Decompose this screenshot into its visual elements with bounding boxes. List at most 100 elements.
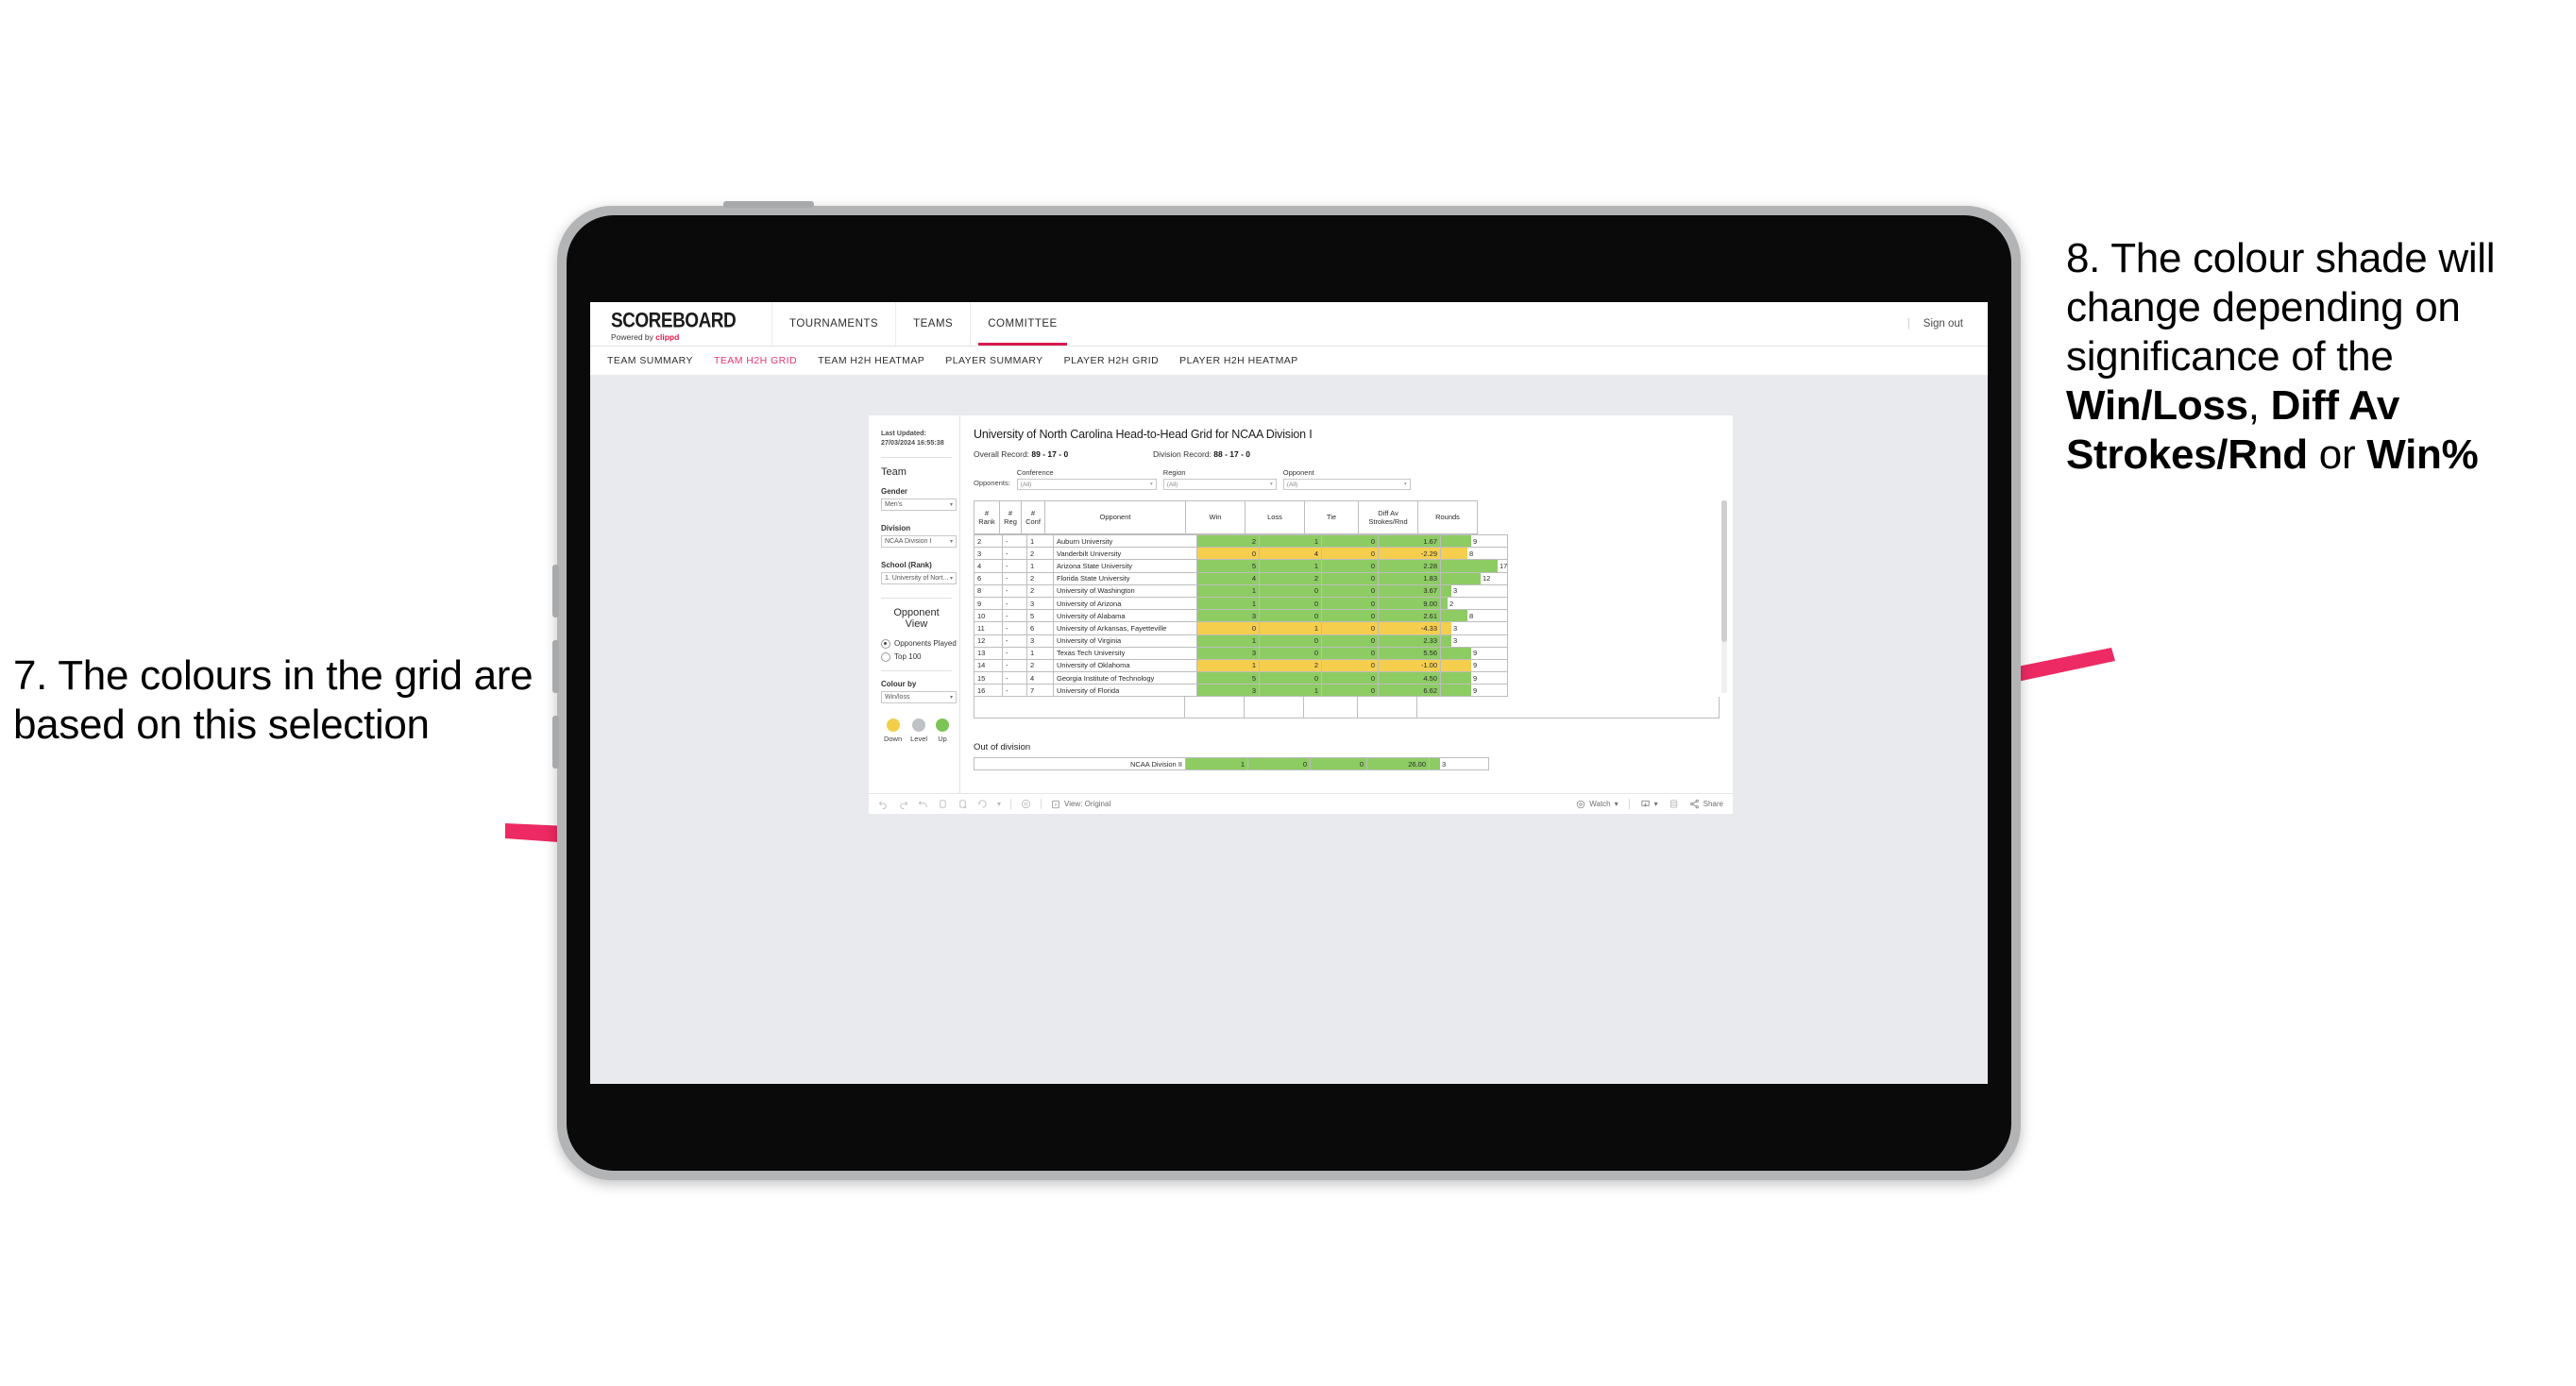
signout-button[interactable]: Sign out	[1924, 318, 1963, 330]
refresh-icon[interactable]	[938, 799, 948, 809]
pause-icon[interactable]	[958, 799, 968, 809]
cell-conf: 4	[1026, 671, 1054, 685]
power-button[interactable]	[723, 201, 814, 208]
filter-region-select[interactable]: (All) ▾	[1162, 479, 1277, 490]
volume-up-button[interactable]	[552, 565, 559, 617]
page-title: University of North Carolina Head-to-Hea…	[974, 428, 1313, 441]
gender-select[interactable]: Men's ▾	[881, 498, 957, 511]
grid-scroll-viewport[interactable]: 2-1 Auburn University 2 1 0 1.67 9 3-2 Vanderbil…	[974, 534, 1720, 727]
view-original-button[interactable]: View: Original	[1051, 800, 1110, 809]
table-row[interactable]: 4-1 Arizona State University 5 1 0 2.28 17	[974, 559, 1509, 573]
table-row[interactable]: 8-2 University of Washington 1 0 0 3.67 3	[974, 583, 1509, 598]
rounds-value: 9	[1473, 536, 1478, 546]
nav-item-committee[interactable]: COMMITTEE	[970, 302, 1075, 346]
dropdown-caret-icon[interactable]: ▾	[997, 800, 1001, 808]
rounds-bar-wrapper: 3	[1441, 584, 1507, 597]
app-logo[interactable]: SCOREBOARD Powered by clippd	[590, 302, 771, 346]
table-header-row: # Rank # Reg # Conf Opponent Win Loss Tie D…	[974, 500, 1478, 534]
th-rank-l2: Rank	[978, 517, 995, 526]
side-button[interactable]	[552, 716, 559, 769]
table-row[interactable]: 10-5 University of Alabama 3 0 0 2.61 8	[974, 609, 1509, 623]
pause-playback-icon[interactable]	[1021, 799, 1031, 809]
redo-arrow-icon[interactable]	[977, 799, 988, 809]
watch-button[interactable]: Watch ▾	[1576, 800, 1618, 809]
filler-diff	[1358, 697, 1417, 718]
table-row[interactable]: 13-1 Texas Tech University 3 0 0 5.56 9	[974, 646, 1509, 660]
th-rounds: Rounds	[1417, 500, 1478, 534]
cell-rounds: 9	[1439, 658, 1509, 673]
chevron-down-icon: ▾	[1150, 482, 1153, 487]
filter-conference-select[interactable]: (All) ▾	[1016, 479, 1157, 490]
table-row[interactable]: 16-7 University of Florida 3 1 0 6.62 9	[974, 684, 1509, 698]
subnav-item-player-summary[interactable]: PLAYER SUMMARY	[945, 355, 1042, 366]
annotation-8-intro: 8. The colour shade will change dependin…	[2066, 235, 2496, 380]
subnav-item-team-summary[interactable]: TEAM SUMMARY	[607, 355, 693, 366]
cell-tie: 0	[1321, 547, 1379, 561]
legend-label-up: Up	[938, 734, 947, 743]
cell-rounds: 9	[1439, 671, 1509, 685]
table-row[interactable]: 15-4 Georgia Institute of Technology 5 0 0 4.…	[974, 671, 1509, 685]
grid-scrollbar-thumb[interactable]	[1721, 500, 1727, 642]
filter-region-value: (All)	[1166, 481, 1178, 488]
undo-icon[interactable]	[878, 799, 889, 809]
cell-diff: -1.00	[1378, 658, 1441, 673]
subnav-item-team-h2h-heatmap[interactable]: TEAM H2H HEATMAP	[818, 355, 924, 366]
table-row[interactable]: 2-1 Auburn University 2 1 0 1.67 9	[974, 534, 1509, 549]
toolbar-divider-2	[1041, 799, 1042, 809]
filter-opponent-select[interactable]: (All) ▾	[1282, 479, 1411, 490]
share-button[interactable]: Share	[1689, 799, 1723, 809]
volume-down-button[interactable]	[552, 640, 559, 693]
cell-win: 3	[1196, 609, 1260, 623]
cell-win: 5	[1196, 671, 1260, 685]
cell-reg: -	[1002, 559, 1027, 573]
subnav-item-player-h2h-heatmap[interactable]: PLAYER H2H HEATMAP	[1179, 355, 1298, 366]
cell-diff: 6.62	[1378, 684, 1441, 698]
legend-item-level: Level	[910, 718, 927, 743]
cell-diff: 1.67	[1378, 534, 1441, 549]
cell-diff: 2.61	[1378, 609, 1441, 623]
rounds-bar	[1441, 647, 1471, 659]
out-of-division-row[interactable]: NCAA Division II 1 0 0 26.00 3	[974, 756, 1489, 771]
revert-icon[interactable]	[918, 799, 928, 809]
table-row[interactable]: 14-2 University of Oklahoma 1 2 0 -1.00 9	[974, 658, 1509, 673]
nav-item-teams[interactable]: TEAMS	[895, 302, 970, 346]
nav-label-teams: TEAMS	[913, 318, 954, 330]
cell-tie: 0	[1321, 596, 1379, 611]
subnav-item-player-h2h-grid[interactable]: PLAYER H2H GRID	[1064, 355, 1160, 366]
school-rank-select[interactable]: 1. University of Nort... ▾	[881, 571, 957, 584]
cell-win: 1	[1185, 756, 1248, 771]
cell-diff: -2.29	[1378, 547, 1441, 561]
nav-item-tournaments[interactable]: TOURNAMENTS	[771, 302, 895, 346]
table-row[interactable]: 11-6 University of Arkansas, Fayetteville…	[974, 621, 1509, 635]
fullscreen-icon[interactable]	[1669, 799, 1679, 809]
colour-by-select[interactable]: Win/loss ▾	[881, 690, 957, 703]
colour-by-value: Win/loss	[885, 693, 910, 701]
cell-loss: 1	[1259, 534, 1322, 549]
rounds-value: 3	[1453, 623, 1458, 633]
radio-icon-selected	[881, 638, 890, 649]
subnav-item-team-h2h-grid[interactable]: TEAM H2H GRID	[714, 355, 797, 366]
download-button[interactable]: ▾	[1640, 799, 1658, 809]
rounds-bar-wrapper: 12	[1441, 572, 1507, 584]
th-reg: # Reg	[999, 500, 1022, 534]
rounds-value: 17	[1500, 561, 1508, 570]
th-loss: Loss	[1245, 500, 1305, 534]
redo-icon[interactable]	[898, 799, 908, 809]
radio-top-100[interactable]: Top 100	[881, 651, 959, 662]
th-tie: Tie	[1304, 500, 1359, 534]
rounds-bar-wrapper: 9	[1441, 672, 1507, 685]
table-row[interactable]: 9-3 University of Arizona 1 0 0 9.00 2	[974, 596, 1509, 611]
table-row[interactable]: 6-2 Florida State University 4 2 0 1.83 12	[974, 571, 1509, 585]
cell-tie: 0	[1321, 583, 1379, 598]
table-row[interactable]: 3-2 Vanderbilt University 0 4 0 -2.29 8	[974, 547, 1509, 561]
cell-rank: 14	[974, 658, 1003, 673]
division-select[interactable]: NCAA Division I ▾	[881, 534, 957, 548]
table-row[interactable]: 12-3 University of Virginia 1 0 0 2.33 3	[974, 634, 1509, 648]
radio-opponents-played[interactable]: Opponents Played	[881, 638, 959, 649]
chevron-down-icon: ▾	[1270, 482, 1273, 487]
cell-opponent: Georgia Institute of Technology	[1053, 671, 1197, 685]
th-rank-l1: #	[984, 508, 990, 517]
cell-reg: -	[1002, 583, 1027, 598]
cell-opponent: Arizona State University	[1053, 559, 1197, 573]
cell-conf: 2	[1026, 571, 1054, 585]
